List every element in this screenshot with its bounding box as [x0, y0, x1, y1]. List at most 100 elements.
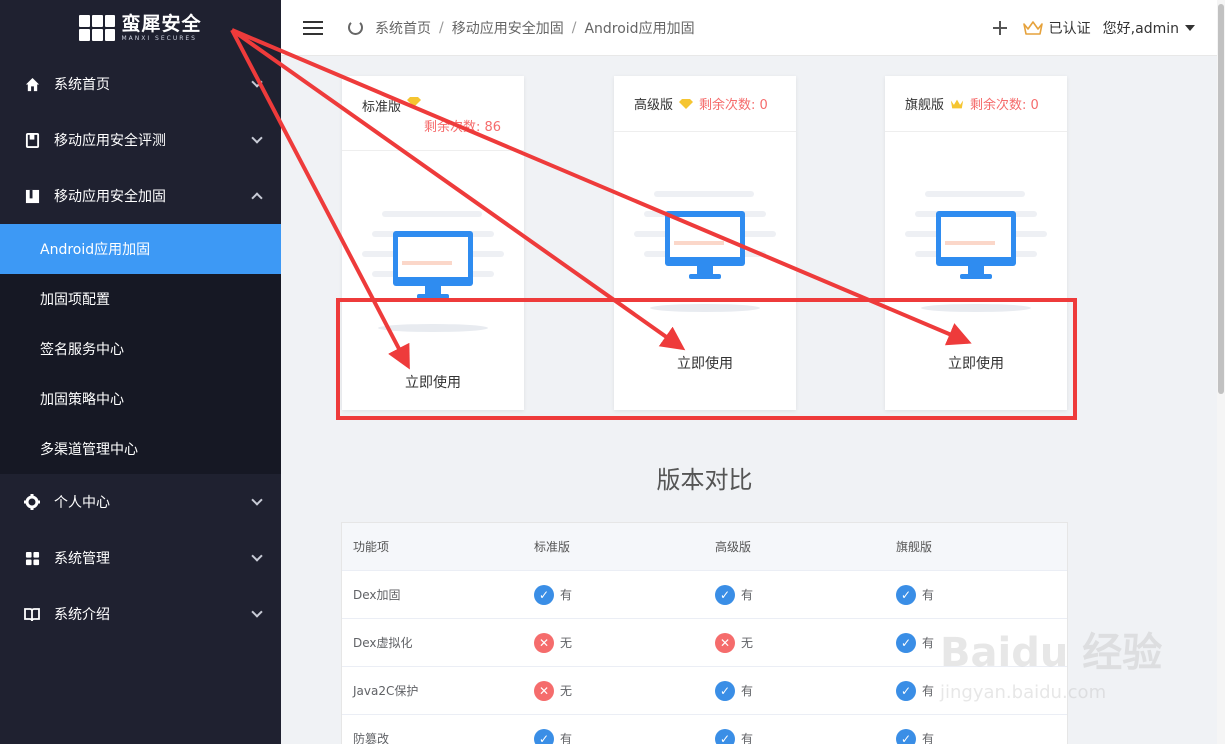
sidebar-item-label: 系统管理 [54, 551, 110, 567]
plan-remaining: 剩余次数: 86 [424, 120, 502, 135]
scrollbar-thumb[interactable] [1218, 4, 1224, 394]
brand-name: 蛮犀安全 [121, 12, 202, 35]
availability-label: 有 [560, 588, 573, 602]
use-now-button[interactable]: 立即使用 [342, 372, 524, 392]
sidebar-subitem-strategy-center[interactable]: 加固策略中心 [0, 374, 281, 424]
sidebar: 蛮犀安全 MANXI SECURES 系统首页 移动应用安全评测 移动应用安全加… [0, 0, 281, 744]
plan-card-header: 旗舰版 剩余次数: 0 [885, 76, 1067, 132]
cross-icon: ✕ [534, 632, 554, 653]
sidebar-subitem-hardening-config[interactable]: 加固项配置 [0, 274, 281, 324]
sidebar-item-system-admin[interactable]: 系统管理 [0, 530, 281, 586]
book-icon [24, 132, 40, 148]
breadcrumb-item-hardening[interactable]: 移动应用安全加固 [452, 18, 564, 38]
plan-card-advanced: 高级版 剩余次数: 0 立即使用 [614, 76, 796, 410]
chevron-down-icon [251, 606, 263, 618]
sidebar-subitem-channel-center[interactable]: 多渠道管理中心 [0, 424, 281, 474]
feature-cell: Java2C保护 [353, 684, 419, 698]
plan-card-standard: 标准版 剩余次数: 86 立即使用 [342, 76, 524, 410]
logo-icon [79, 15, 116, 41]
plan-remaining: 剩余次数: 0 [699, 98, 768, 113]
gem-icon [679, 98, 694, 109]
availability-label: 无 [741, 636, 754, 650]
availability-cell: ✕ 无 [704, 632, 885, 653]
feature-cell: Dex虚拟化 [353, 636, 413, 650]
check-icon: ✓ [715, 680, 735, 701]
monitor-illustration [905, 191, 1047, 312]
sidebar-item-label: 加固项配置 [40, 292, 110, 308]
column-header: 功能项 [353, 540, 390, 554]
sidebar-item-label: Android应用加固 [40, 242, 151, 258]
feature-cell: Dex加固 [353, 588, 401, 602]
availability-cell: ✓ 有 [704, 728, 885, 744]
sidebar-item-home[interactable]: 系统首页 [0, 56, 281, 112]
chevron-down-icon [251, 494, 263, 506]
check-icon: ✓ [896, 728, 916, 744]
home-icon [24, 76, 40, 92]
sidebar-toggle-button[interactable] [303, 20, 323, 35]
sidebar-item-label: 签名服务中心 [40, 342, 124, 358]
availability-label: 有 [922, 588, 935, 602]
plan-card-flagship: 旗舰版 剩余次数: 0 立即使用 [885, 76, 1067, 410]
chevron-down-icon [251, 550, 263, 562]
plan-name: 旗舰版 [905, 98, 945, 113]
availability-cell: ✓ 有 [704, 584, 885, 605]
check-icon: ✓ [534, 584, 554, 605]
sidebar-item-label: 系统首页 [54, 77, 110, 93]
brand-logo[interactable]: 蛮犀安全 MANXI SECURES [0, 0, 281, 56]
use-now-button[interactable]: 立即使用 [885, 353, 1067, 373]
availability-cell: ✓ 有 [523, 728, 704, 744]
caret-down-icon[interactable] [1185, 25, 1195, 31]
availability-label: 有 [560, 732, 573, 744]
top-header: 系统首页 / 移动应用安全加固 / Android应用加固 已认证 您好,adm… [281, 0, 1225, 56]
sidebar-item-system-intro[interactable]: 系统介绍 [0, 586, 281, 642]
breadcrumb-item-home[interactable]: 系统首页 [375, 18, 431, 38]
gear-icon [24, 494, 40, 510]
refresh-icon[interactable] [348, 20, 363, 35]
breadcrumb-item-current: Android应用加固 [584, 20, 695, 37]
breadcrumb-separator: / [571, 19, 577, 36]
availability-label: 无 [560, 684, 573, 698]
column-header: 标准版 [534, 540, 571, 554]
crown-icon [950, 99, 964, 108]
crown-icon [1022, 21, 1043, 35]
check-icon: ✓ [715, 584, 735, 605]
monitor-illustration [362, 211, 504, 332]
watermark-url: jingyan.baidu.com [940, 682, 1107, 703]
sidebar-subitem-android-hardening[interactable]: Android应用加固 [0, 224, 281, 274]
check-icon: ✓ [534, 728, 554, 744]
availability-label: 有 [741, 684, 754, 698]
plan-card-header: 高级版 剩余次数: 0 [614, 76, 796, 132]
sidebar-item-label: 移动应用安全评测 [54, 133, 166, 149]
availability-label: 有 [922, 684, 935, 698]
sidebar-item-label: 系统介绍 [54, 607, 110, 623]
feature-cell: 防篡改 [353, 732, 390, 744]
cross-icon: ✕ [715, 632, 735, 653]
availability-label: 有 [922, 732, 935, 744]
check-icon: ✓ [896, 584, 916, 605]
sidebar-item-label: 加固策略中心 [40, 392, 124, 408]
check-icon: ✓ [715, 728, 735, 744]
open-book-icon [24, 606, 40, 622]
scrollbar[interactable] [1217, 0, 1225, 744]
gem-icon [407, 97, 422, 107]
sidebar-item-hardening[interactable]: 移动应用安全加固 [0, 168, 281, 224]
use-now-button[interactable]: 立即使用 [614, 353, 796, 373]
sidebar-subitem-signing-center[interactable]: 签名服务中心 [0, 324, 281, 374]
sidebar-item-profile[interactable]: 个人中心 [0, 474, 281, 530]
breadcrumb-separator: / [439, 19, 444, 36]
chevron-up-icon [251, 192, 263, 204]
plan-name: 高级版 [634, 98, 674, 113]
user-greeting[interactable]: 您好,admin [1103, 18, 1179, 38]
plan-card-header: 标准版 剩余次数: 86 [342, 76, 524, 151]
brand-tagline: MANXI SECURES [121, 34, 197, 42]
compare-title: 版本对比 [656, 466, 753, 494]
compress-icon[interactable] [992, 21, 1007, 35]
sidebar-item-evaluation[interactable]: 移动应用安全评测 [0, 112, 281, 168]
verified-badge: 已认证 [1048, 21, 1091, 37]
sidebar-item-label: 多渠道管理中心 [40, 442, 138, 458]
check-icon: ✓ [896, 632, 916, 653]
chevron-down-icon [251, 76, 263, 88]
bookmark-icon [24, 188, 40, 204]
monitor-illustration [634, 191, 776, 312]
sidebar-item-label: 移动应用安全加固 [54, 189, 166, 205]
